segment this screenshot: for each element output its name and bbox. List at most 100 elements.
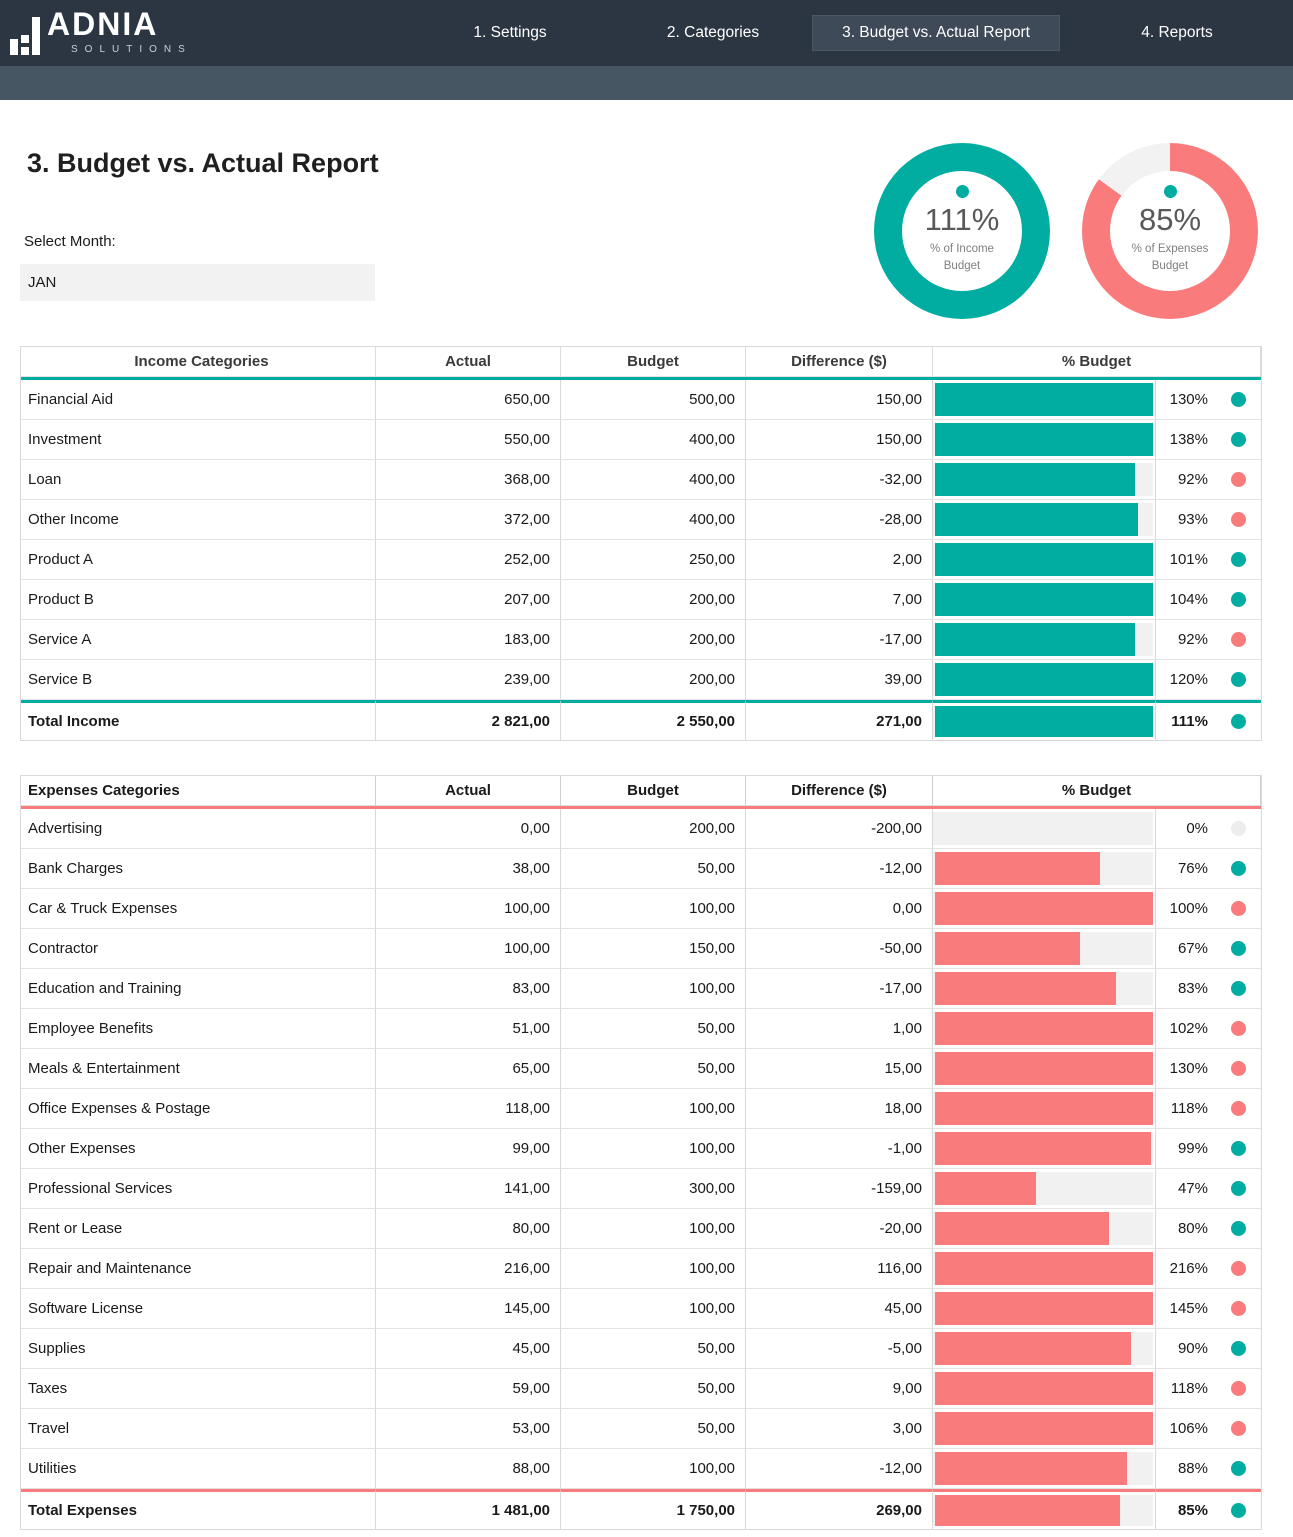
bar-track xyxy=(933,423,1153,456)
difference-cell: 1,00 xyxy=(746,1009,933,1049)
pct-budget-bar xyxy=(935,663,1153,696)
difference-cell: 150,00 xyxy=(746,420,933,460)
pct-budget-bar-cell xyxy=(933,660,1156,700)
status-dot-cell xyxy=(1216,660,1261,700)
category-cell: Service B xyxy=(21,660,376,700)
pct-budget-bar xyxy=(935,1495,1120,1526)
pct-budget-bar xyxy=(935,1092,1153,1125)
status-dot-cell xyxy=(1216,1449,1261,1489)
category-cell: Repair and Maintenance xyxy=(21,1249,376,1289)
table-row: Professional Services141,00300,00-159,00… xyxy=(21,1169,1261,1209)
bar-track xyxy=(933,543,1153,576)
pct-budget-bar-cell xyxy=(933,1489,1156,1529)
difference-cell: 150,00 xyxy=(746,380,933,420)
pct-budget-value: 216% xyxy=(1156,1249,1216,1289)
pct-budget-value: 90% xyxy=(1156,1329,1216,1369)
table-total-row: Total Expenses1 481,001 750,00269,0085% xyxy=(21,1489,1261,1529)
status-dot-icon xyxy=(1231,552,1246,567)
status-dot-icon xyxy=(1231,1141,1246,1156)
difference-cell: -28,00 xyxy=(746,500,933,540)
difference-cell: 15,00 xyxy=(746,1049,933,1089)
pct-budget-bar xyxy=(935,706,1153,737)
header-accent-strip xyxy=(0,66,1293,100)
table-row: Rent or Lease80,00100,00-20,0080% xyxy=(21,1209,1261,1249)
status-dot-icon xyxy=(1231,981,1246,996)
pct-budget-bar-cell xyxy=(933,1249,1156,1289)
pct-budget-value: 118% xyxy=(1156,1369,1216,1409)
status-dot-cell xyxy=(1216,929,1261,969)
pct-budget-value: 130% xyxy=(1156,380,1216,420)
category-cell: Travel xyxy=(21,1409,376,1449)
status-dot-cell xyxy=(1216,540,1261,580)
adnia-logo: ADNIA SOLUTIONS xyxy=(10,8,192,55)
actual-cell: 207,00 xyxy=(376,580,561,620)
bar-track xyxy=(933,1052,1153,1085)
pct-budget-value: 145% xyxy=(1156,1289,1216,1329)
expenses-table: Expenses CategoriesActualBudgetDifferenc… xyxy=(20,775,1262,1530)
month-select[interactable]: JAN xyxy=(20,264,375,301)
tab-settings[interactable]: 1. Settings xyxy=(430,0,590,66)
status-dot-icon xyxy=(1231,1181,1246,1196)
expenses-budget-caption: % of Expenses Budget xyxy=(1110,241,1230,274)
table-header-row: Expenses CategoriesActualBudgetDifferenc… xyxy=(21,775,1261,809)
category-cell: Employee Benefits xyxy=(21,1009,376,1049)
pct-budget-bar-cell xyxy=(933,580,1156,620)
pct-budget-bar xyxy=(935,463,1135,496)
difference-cell: 0,00 xyxy=(746,889,933,929)
bar-track xyxy=(933,1372,1153,1405)
actual-cell: 65,00 xyxy=(376,1049,561,1089)
bar-track xyxy=(933,1172,1153,1205)
column-header: Difference ($) xyxy=(746,347,933,377)
tab-categories[interactable]: 2. Categories xyxy=(633,0,793,66)
status-dot-icon xyxy=(1231,1461,1246,1476)
bar-track xyxy=(933,1332,1153,1365)
pct-budget-bar xyxy=(935,623,1135,656)
difference-cell: -32,00 xyxy=(746,460,933,500)
budget-cell: 300,00 xyxy=(561,1169,746,1209)
status-dot-cell xyxy=(1216,580,1261,620)
column-header-pct-budget: % Budget xyxy=(933,776,1261,806)
table-row: Service B239,00200,0039,00120% xyxy=(21,660,1261,700)
bar-track xyxy=(933,623,1153,656)
actual-cell: 1 481,00 xyxy=(376,1489,561,1529)
status-dot-icon xyxy=(1231,1381,1246,1396)
tab-reports[interactable]: 4. Reports xyxy=(1097,0,1257,66)
pct-budget-value: 118% xyxy=(1156,1089,1216,1129)
budget-cell: 50,00 xyxy=(561,1369,746,1409)
pct-budget-value: 0% xyxy=(1156,809,1216,849)
pct-budget-bar-cell xyxy=(933,540,1156,580)
budget-cell: 50,00 xyxy=(561,1409,746,1449)
status-dot-icon xyxy=(1231,941,1246,956)
actual-cell: 53,00 xyxy=(376,1409,561,1449)
table-row: Financial Aid650,00500,00150,00130% xyxy=(21,380,1261,420)
budget-cell: 150,00 xyxy=(561,929,746,969)
pct-budget-bar-cell xyxy=(933,380,1156,420)
bar-track xyxy=(933,1092,1153,1125)
bar-track xyxy=(933,972,1153,1005)
status-dot-icon xyxy=(1231,1061,1246,1076)
pct-budget-value: 104% xyxy=(1156,580,1216,620)
status-dot-icon xyxy=(1231,1101,1246,1116)
pct-budget-bar-cell xyxy=(933,929,1156,969)
pct-budget-bar-cell xyxy=(933,849,1156,889)
column-header-pct-budget: % Budget xyxy=(933,347,1261,377)
category-cell: Loan xyxy=(21,460,376,500)
top-navigation-bar: ADNIA SOLUTIONS 1. Settings 2. Categorie… xyxy=(0,0,1293,66)
status-dot-icon xyxy=(1231,1421,1246,1436)
table-row: Office Expenses & Postage118,00100,0018,… xyxy=(21,1089,1261,1129)
difference-cell: -20,00 xyxy=(746,1209,933,1249)
status-dot-icon xyxy=(1231,432,1246,447)
actual-cell: 145,00 xyxy=(376,1289,561,1329)
category-cell: Other Income xyxy=(21,500,376,540)
actual-cell: 59,00 xyxy=(376,1369,561,1409)
pct-budget-value: 99% xyxy=(1156,1129,1216,1169)
status-dot-cell xyxy=(1216,1009,1261,1049)
pct-budget-bar-cell xyxy=(933,460,1156,500)
table-row: Contractor100,00150,00-50,0067% xyxy=(21,929,1261,969)
table-row: Other Expenses99,00100,00-1,0099% xyxy=(21,1129,1261,1169)
income-table: Income CategoriesActualBudgetDifference … xyxy=(20,346,1262,741)
tab-budget-vs-actual-report[interactable]: 3. Budget vs. Actual Report xyxy=(812,15,1060,51)
bar-track xyxy=(933,1292,1153,1325)
bar-track xyxy=(933,1495,1153,1526)
budget-cell: 250,00 xyxy=(561,540,746,580)
